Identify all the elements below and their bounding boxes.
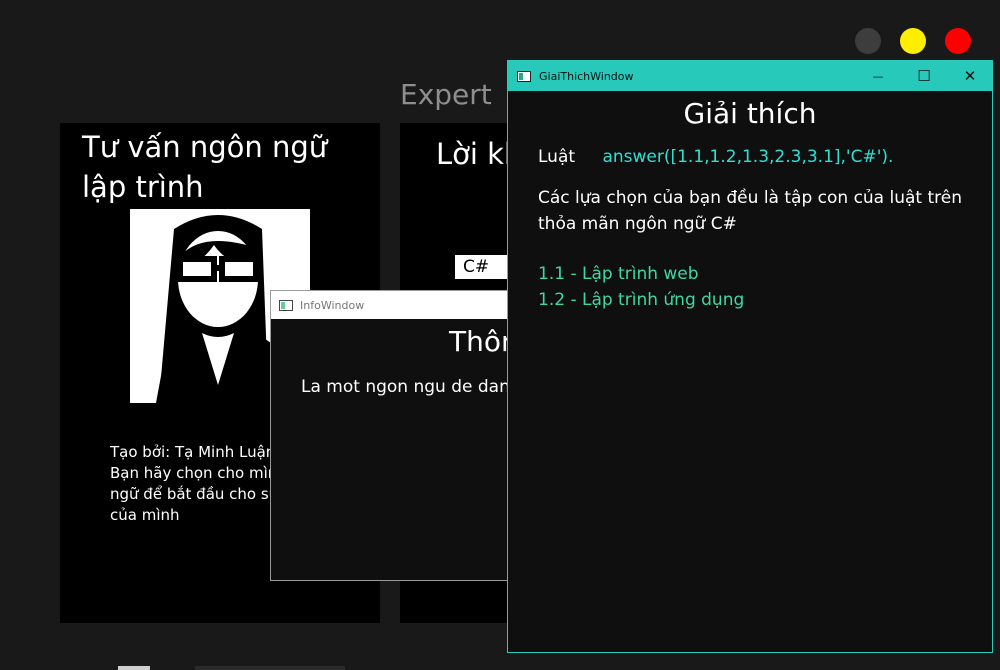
language-select[interactable]: C# [455, 255, 515, 279]
explanation-heading: Giải thích [683, 97, 817, 130]
rule-label: Luật [538, 147, 576, 167]
minimize-button[interactable]: — [855, 61, 901, 91]
panel-title: Tư vấn ngôn ngữ lập trình [82, 130, 328, 204]
close-icon: ✕ [963, 67, 977, 85]
close-button[interactable]: ✕ [947, 61, 992, 91]
rule-row: Luật answer([1.1,1.2,1.3,2.3,3.1],'C#'). [538, 147, 893, 167]
maximize-button[interactable]: ☐ [901, 61, 947, 91]
explanation-window-titlebar[interactable]: GiaiThichWindow — ☐ ✕ [508, 61, 992, 91]
list-item: 1.1 - Lập trình web [538, 264, 699, 284]
explanation-list: 1.1 - Lập trình web 1.2 - Lập trình ứng … [538, 261, 744, 313]
window-title: GiaiThichWindow [539, 69, 634, 83]
minimize-icon: — [872, 69, 884, 83]
maximize-icon: ☐ [917, 67, 931, 85]
status-dot-yellow[interactable] [900, 28, 926, 54]
info-window-titlebar[interactable]: InfoWindow [271, 291, 509, 319]
main-title: Expert [400, 78, 492, 111]
rule-value: answer([1.1,1.2,1.3,2.3,3.1],'C#'). [602, 147, 894, 167]
info-body: La mot ngon ngu de dang [301, 377, 510, 397]
bottom-strip [195, 666, 345, 670]
bottom-strip [118, 666, 150, 670]
window-title: InfoWindow [300, 298, 365, 312]
window-icon [279, 299, 293, 311]
info-window: InfoWindow Thông tin La mot ngon ngu de … [270, 290, 510, 581]
explanation-window: GiaiThichWindow — ☐ ✕ Giải thích Luật an… [507, 60, 993, 653]
status-dot-red[interactable] [945, 28, 971, 54]
window-icon [517, 70, 531, 82]
list-item: 1.2 - Lập trình ứng dụng [538, 290, 745, 310]
info-heading: Thông tin [449, 325, 509, 358]
status-dot-gray[interactable] [855, 28, 881, 54]
explanation-description: Các lựa chọn của bạn đều là tập con của … [538, 188, 963, 234]
